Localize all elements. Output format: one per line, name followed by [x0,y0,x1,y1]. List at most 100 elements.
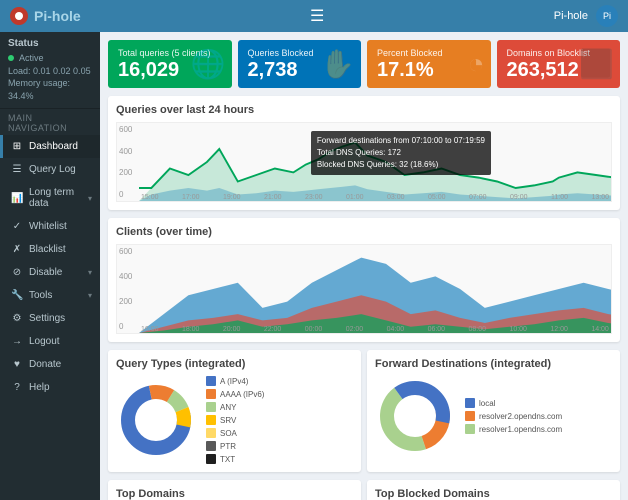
legend-item-soa: SOA [206,428,264,438]
longterm-icon: 📊 [11,193,23,204]
stat-percent-label: Percent Blocked [377,48,481,58]
clients-line-chart: 600 400 200 0 16:00 18:00 20:00 [116,244,612,334]
sidebar-item-querylog[interactable]: ☰ Query Log [0,158,100,181]
sidebar-item-blacklist[interactable]: ✗ Blacklist [0,238,100,261]
layout: Status Active Load: 0.01 0.02 0.05 Memor… [0,32,628,500]
whitelist-icon: ✓ [11,221,23,232]
sidebar-item-logout[interactable]: → Logout [0,330,100,353]
querylog-icon: ☰ [11,164,23,175]
top-blocked-domains-title: Top Blocked Domains [375,488,612,500]
legend-item-ptr: PTR [206,441,264,451]
forward-destinations-donut [375,376,455,456]
username: Pi-hole [554,10,588,22]
legend-item-local: local [465,398,562,408]
legend-color-resolver2 [465,411,475,421]
stat-percent-value: 17.1% [377,60,481,80]
query-types-section: Query Types (integrated) A (IPv4) [108,350,361,472]
sidebar-item-longterm[interactable]: 📊 Long term data ▾ [0,181,100,215]
pie-icon: ◔ [468,48,485,80]
logout-icon: → [11,336,23,347]
tooltip-line2: Blocked DNS Queries: 32 (18.6%) [317,159,485,171]
legend-color-any [206,402,216,412]
query-types-legend: A (IPv4) AAAA (IPv6) ANY SRV [206,376,264,464]
stat-percent: Percent Blocked 17.1% ◔ [367,40,491,88]
top-blocked-domains-section: Top Blocked Domains [367,480,620,500]
settings-icon: ⚙ [11,313,23,324]
list-icon: ⬛ [579,48,614,81]
forward-destinations-section: Forward Destinations (integrated) local [367,350,620,472]
legend-color-ptr [206,441,216,451]
logo-text: Pi-hole [34,8,81,24]
clients-chart-section: Clients (over time) 600 400 200 0 [108,218,620,342]
legend-color-txt [206,454,216,464]
clients-chart-title: Clients (over time) [116,226,612,238]
help-icon: ? [11,382,23,393]
tools-icon: 🔧 [11,290,23,301]
query-types-donut [116,380,196,460]
sidebar-item-tools[interactable]: 🔧 Tools ▾ [0,284,100,307]
legend-item-a: A (IPv4) [206,376,264,386]
chart-tooltip: Forward destinations from 07:10:00 to 07… [311,131,491,175]
clients-y-labels: 600 400 200 0 [117,245,139,333]
legend-color-srv [206,415,216,425]
legend-color-a [206,376,216,386]
forward-destinations-title: Forward Destinations (integrated) [375,358,612,370]
main-content: Total queries (5 clients) 16,029 🌐 Queri… [100,32,628,500]
donate-icon: ♥ [11,359,23,370]
sidebar-item-dashboard[interactable]: ⊞ Dashboard [0,135,100,158]
legend-item-any: ANY [206,402,264,412]
legend-color-soa [206,428,216,438]
header-right: Pi-hole Pi [554,5,618,27]
status-active: Active [8,52,92,65]
legend-color-aaaa [206,389,216,399]
chevron-down-icon: ▾ [88,194,92,203]
dashboard-icon: ⊞ [11,141,23,152]
nav-label: MAIN NAVIGATION [0,109,100,135]
query-types-title: Query Types (integrated) [116,358,353,370]
legend-item-resolver2: resolver2.opendns.com [465,411,562,421]
queries-line-chart: 600 400 200 0 Forward destinations from … [116,122,612,202]
sidebar-item-settings[interactable]: ⚙ Settings [0,307,100,330]
sidebar-item-donate[interactable]: ♥ Donate [0,353,100,376]
donut-charts-row: Query Types (integrated) A (IPv4) [108,350,620,472]
sidebar-status: Status Active Load: 0.01 0.02 0.05 Memor… [0,32,100,109]
disable-icon: ⊘ [11,267,23,278]
clients-svg [139,245,612,333]
logo: Pi-hole [10,7,81,25]
blacklist-icon: ✗ [11,244,23,255]
queries-x-labels: 15:00 17:00 19:00 21:00 23:00 01:00 03:0… [139,194,611,201]
legend-color-resolver1 [465,424,475,434]
avatar: Pi [596,5,618,27]
stat-total-queries: Total queries (5 clients) 16,029 🌐 [108,40,232,88]
forward-destinations-legend: local resolver2.opendns.com resolver1.op… [465,398,562,434]
hand-icon: ✋ [320,48,355,81]
status-load: Load: 0.01 0.02 0.05 [8,65,92,78]
sidebar-item-help[interactable]: ? Help [0,376,100,399]
sidebar-item-whitelist[interactable]: ✓ Whitelist [0,215,100,238]
top-domains-section: Top Domains [108,480,361,500]
queries-chart-title: Queries over last 24 hours [116,104,612,116]
tooltip-title: Forward destinations from 07:10:00 to 07… [317,135,485,147]
globe-icon: 🌐 [191,48,226,81]
status-memory: Memory usage: 34.4% [8,77,92,102]
legend-item-aaaa: AAAA (IPv6) [206,389,264,399]
legend-color-local [465,398,475,408]
top-domains-title: Top Domains [116,488,353,500]
sidebar: Status Active Load: 0.01 0.02 0.05 Memor… [0,32,100,500]
chevron-down-icon-tools: ▾ [88,291,92,300]
legend-item-txt: TXT [206,454,264,464]
tooltip-line1: Total DNS Queries: 172 [317,147,485,159]
menu-toggle[interactable]: ☰ [310,6,324,26]
sidebar-item-disable[interactable]: ⊘ Disable ▾ [0,261,100,284]
clients-x-labels: 16:00 18:00 20:00 22:00 00:00 02:00 04:0… [139,326,611,333]
queries-y-labels: 600 400 200 0 [117,123,139,201]
logo-icon [10,7,28,25]
stat-blocked: Queries Blocked 2,738 ✋ [238,40,362,88]
bottom-row: Top Domains Top Blocked Domains [108,480,620,500]
stat-blocklist: Domains on Blocklist 263,512 ⬛ [497,40,621,88]
header: Pi-hole ☰ Pi-hole Pi [0,0,628,32]
forward-destinations-donut-area: local resolver2.opendns.com resolver1.op… [375,376,612,456]
status-title: Status [8,38,92,49]
legend-item-srv: SRV [206,415,264,425]
stats-row: Total queries (5 clients) 16,029 🌐 Queri… [108,40,620,88]
